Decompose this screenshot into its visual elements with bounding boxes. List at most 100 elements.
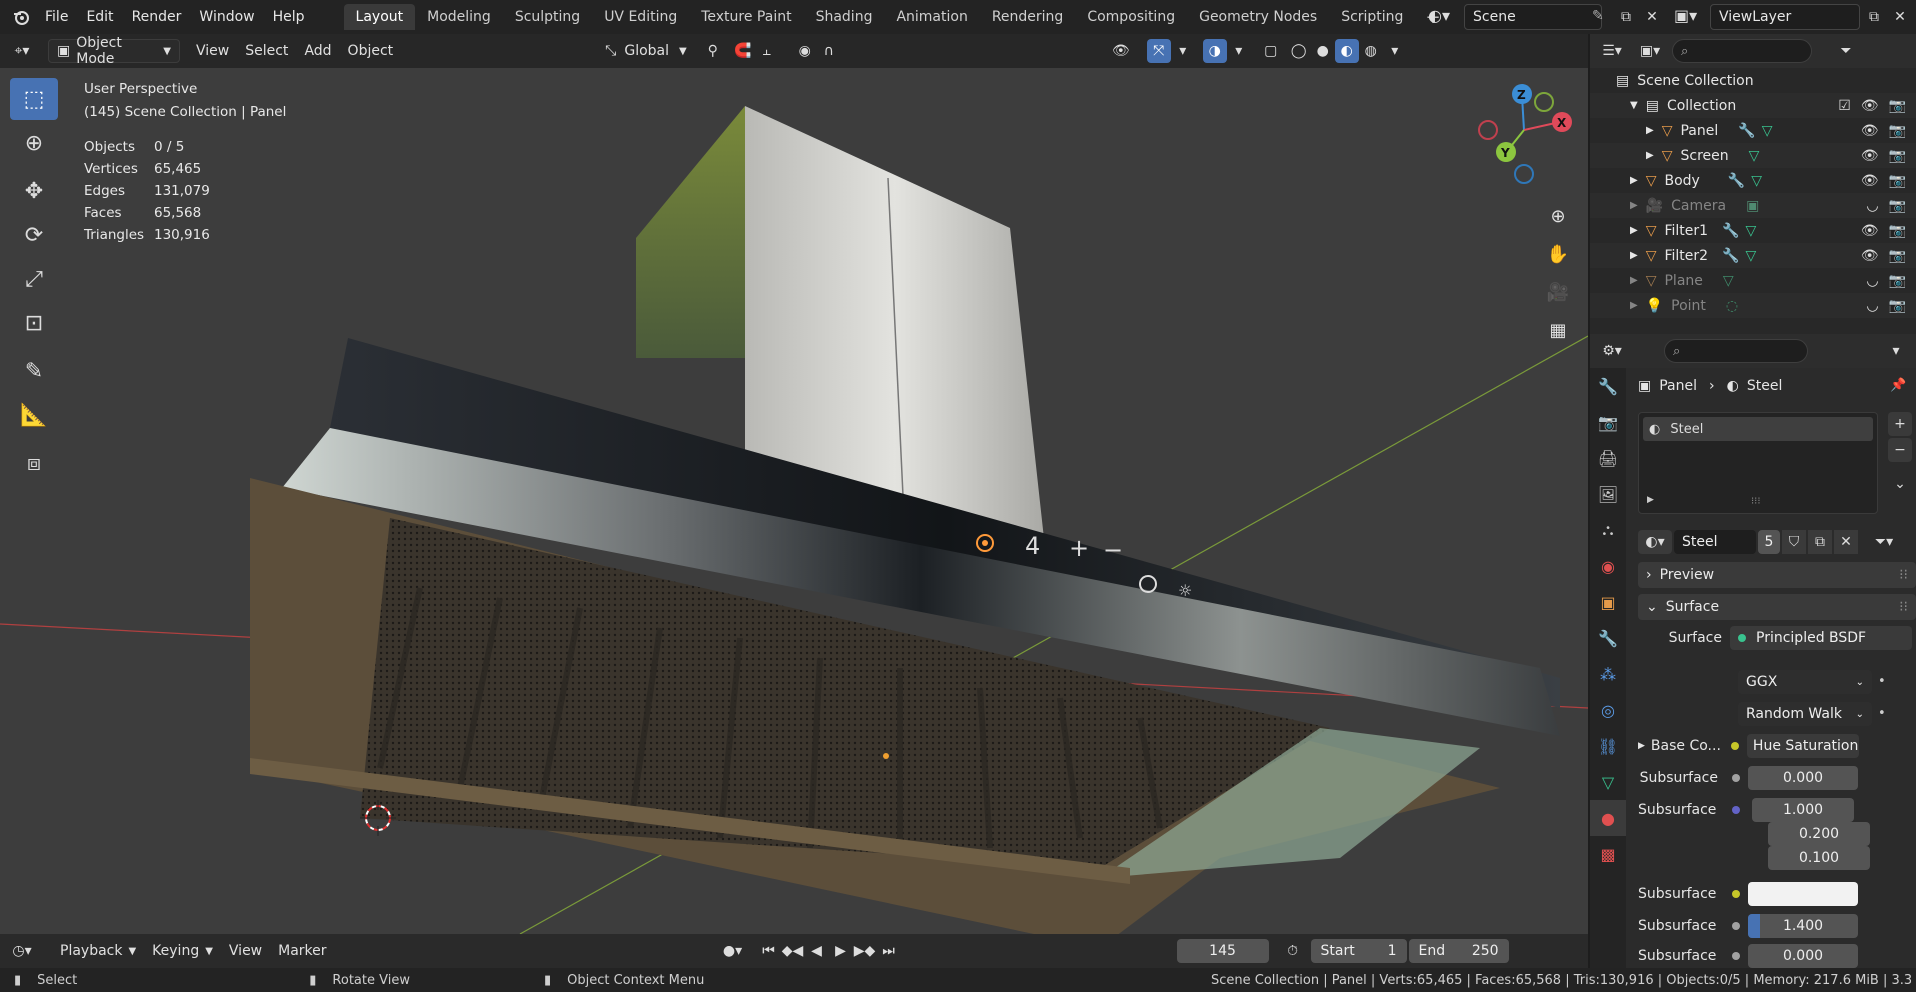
eye-icon[interactable]: 👁 bbox=[1861, 123, 1879, 139]
outliner-row[interactable]: ▶ ▽ Panel 🔧 ▽ 👁 📷 bbox=[1590, 118, 1916, 143]
menu-timeline-view[interactable]: View bbox=[221, 939, 270, 963]
outliner-row[interactable]: ▶ ▽ Filter2 🔧 ▽ 👁 📷 bbox=[1590, 243, 1916, 268]
resize-grip-icon[interactable]: ⁝⁝⁝ bbox=[1751, 496, 1761, 507]
expand-icon[interactable]: ▶ bbox=[1646, 125, 1654, 136]
select-box-tool-icon[interactable]: ⬚ bbox=[10, 78, 58, 120]
distribution-dropdown[interactable]: GGX ⌄ bbox=[1738, 670, 1872, 694]
properties-editor-icon[interactable]: ⚙▾ bbox=[1600, 339, 1624, 363]
expand-icon[interactable]: ▶ bbox=[1630, 225, 1638, 236]
tool-tab-icon[interactable]: 🔧 bbox=[1590, 368, 1626, 404]
xray-icon[interactable]: ▢ bbox=[1259, 39, 1283, 63]
tab-modeling[interactable]: Modeling bbox=[415, 4, 503, 30]
play-reverse-icon[interactable]: ◀ bbox=[805, 939, 829, 963]
pin-scene-icon[interactable]: ✎ bbox=[1592, 8, 1604, 24]
data-tab-icon[interactable]: ▽ bbox=[1590, 764, 1626, 800]
tab-compositing[interactable]: Compositing bbox=[1075, 4, 1187, 30]
rotate-tool-icon[interactable]: ⟳ bbox=[10, 214, 58, 256]
unlink-material-icon[interactable]: ✕ bbox=[1834, 530, 1858, 554]
scene-selector-icon[interactable]: ◐▾ bbox=[1428, 6, 1450, 25]
outliner-editor-icon[interactable]: ☰▾ bbox=[1600, 39, 1624, 63]
menu-select[interactable]: Select bbox=[237, 39, 296, 63]
scene-tab-icon[interactable]: ⛬ bbox=[1590, 512, 1626, 548]
tab-layout[interactable]: Layout bbox=[343, 4, 416, 30]
modifiers-tab-icon[interactable]: 🔧 bbox=[1590, 620, 1626, 656]
menu-file[interactable]: File bbox=[36, 0, 77, 34]
stopwatch-icon[interactable]: ⏱ bbox=[1281, 939, 1305, 963]
eye-closed-icon[interactable]: ◡ bbox=[1866, 273, 1878, 289]
remove-slot-icon[interactable]: − bbox=[1888, 438, 1912, 462]
show-gizmo-icon[interactable]: ⤧ bbox=[1146, 39, 1171, 63]
particles-tab-icon[interactable]: ⁂ bbox=[1590, 656, 1626, 692]
view-layer-tab-icon[interactable]: 🖼 bbox=[1590, 476, 1626, 512]
view-layer-selector-icon[interactable]: ▣▾ bbox=[1674, 6, 1697, 25]
play-icon[interactable]: ▶ bbox=[829, 939, 853, 963]
eye-closed-icon[interactable]: ◡ bbox=[1866, 298, 1878, 314]
measure-tool-icon[interactable]: 📐 bbox=[10, 394, 58, 436]
cursor-tool-icon[interactable]: ⊕ bbox=[10, 122, 58, 164]
menu-playback[interactable]: Playback ▼ bbox=[52, 939, 144, 963]
camera-icon[interactable]: 📷 bbox=[1889, 248, 1906, 264]
eye-icon[interactable]: 👁 bbox=[1861, 223, 1879, 239]
tab-sculpting[interactable]: Sculpting bbox=[503, 4, 592, 30]
drag-handle-icon[interactable]: ⁝⁝ bbox=[1899, 567, 1908, 583]
outliner-row[interactable]: ▶ 🎥 Camera ▣ ◡ 📷 bbox=[1590, 193, 1916, 218]
tab-shading[interactable]: Shading bbox=[804, 4, 885, 30]
camera-icon[interactable]: 📷 bbox=[1889, 223, 1906, 239]
eye-icon[interactable]: 👁 bbox=[1861, 248, 1879, 264]
add-cube-tool-icon[interactable]: ⧈ bbox=[10, 442, 58, 484]
eye-icon[interactable]: 👁 bbox=[1861, 173, 1879, 189]
duplicate-material-icon[interactable]: ⧉ bbox=[1808, 530, 1832, 554]
gizmo-dropdown-icon[interactable]: ▾ bbox=[1171, 39, 1195, 63]
material-slot-item[interactable]: ◐ Steel bbox=[1643, 417, 1873, 441]
fake-user-icon[interactable]: ⛉ bbox=[1782, 530, 1806, 554]
filter-icon[interactable]: ⏷ bbox=[1834, 39, 1858, 63]
mode-dropdown[interactable]: ▣ Object Mode ▼ bbox=[48, 35, 180, 67]
eye-icon[interactable]: 👁 bbox=[1861, 98, 1879, 114]
users-count[interactable]: 5 bbox=[1758, 530, 1780, 554]
outliner-row[interactable]: ▼ ▤ Collection ☑ 👁 📷 bbox=[1590, 93, 1916, 118]
surface-section[interactable]: ⌄ Surface ⁝⁝ bbox=[1638, 594, 1916, 620]
menu-window[interactable]: Window bbox=[190, 0, 263, 34]
start-frame-field[interactable]: Start 1 bbox=[1310, 939, 1407, 963]
camera-icon[interactable]: 📷 bbox=[1889, 198, 1906, 214]
transform-tool-icon[interactable]: ⊡ bbox=[10, 302, 58, 344]
menu-object[interactable]: Object bbox=[340, 39, 402, 63]
tab-texture-paint[interactable]: Texture Paint bbox=[689, 4, 803, 30]
camera-icon[interactable]: 📷 bbox=[1889, 123, 1906, 139]
surface-shader-field[interactable]: Principled BSDF bbox=[1730, 626, 1912, 650]
display-mode-icon[interactable]: ▣▾ bbox=[1638, 39, 1662, 63]
expand-icon[interactable]: ▶ bbox=[1638, 741, 1645, 751]
material-name-field[interactable]: Steel bbox=[1674, 530, 1756, 554]
camera-icon[interactable]: 📷 bbox=[1889, 148, 1906, 164]
current-frame-field[interactable]: 145 bbox=[1176, 939, 1269, 963]
menu-help[interactable]: Help bbox=[264, 0, 314, 34]
eye-icon[interactable]: 👁 bbox=[1861, 148, 1879, 164]
subsurface-radius-x[interactable]: 1.000 bbox=[1752, 798, 1854, 822]
drag-handle-icon[interactable]: ⁝⁝ bbox=[1899, 599, 1908, 615]
material-tab-icon[interactable]: ● bbox=[1590, 800, 1626, 836]
subsurface-anisotropy-field[interactable]: 0.000 bbox=[1748, 944, 1858, 968]
outliner-row[interactable]: ▶ ▽ Screen ▽ 👁 📷 bbox=[1590, 143, 1916, 168]
tab-scripting[interactable]: Scripting bbox=[1329, 4, 1415, 30]
move-tool-icon[interactable]: ✥ bbox=[10, 170, 58, 212]
tab-animation[interactable]: Animation bbox=[884, 4, 979, 30]
texture-tab-icon[interactable]: ▩ bbox=[1590, 836, 1626, 872]
menu-edit[interactable]: Edit bbox=[77, 0, 122, 34]
base-color-field[interactable]: Hue Saturation... bbox=[1746, 734, 1859, 758]
menu-marker[interactable]: Marker bbox=[270, 939, 334, 963]
keyframe-dot-icon[interactable]: • bbox=[1878, 706, 1886, 721]
jump-start-icon[interactable]: ⏮ bbox=[757, 939, 781, 963]
camera-view-icon[interactable]: 🎥 bbox=[1540, 274, 1576, 310]
transform-orientation-dropdown[interactable]: ⤡ Global ▼ bbox=[597, 39, 695, 63]
material-slot-list[interactable]: ◐ Steel ▶ ⁝⁝⁝ bbox=[1638, 412, 1878, 514]
link-type-icon[interactable]: ⏷▾ bbox=[1872, 530, 1896, 554]
next-keyframe-icon[interactable]: ▶◆ bbox=[853, 939, 877, 963]
new-scene-icon[interactable]: ⧉ bbox=[1614, 5, 1638, 29]
delete-scene-icon[interactable]: ✕ bbox=[1640, 5, 1664, 29]
scene-name-field[interactable]: Scene bbox=[1464, 4, 1602, 30]
axis-gizmo[interactable]: Z X Y bbox=[1474, 78, 1584, 188]
expand-icon[interactable]: ▶ bbox=[1630, 275, 1638, 286]
rendered-shading-icon[interactable]: ◍ bbox=[1359, 39, 1383, 63]
preview-section[interactable]: › Preview ⁝⁝ bbox=[1638, 562, 1916, 588]
render-tab-icon[interactable]: 📷 bbox=[1590, 404, 1626, 440]
